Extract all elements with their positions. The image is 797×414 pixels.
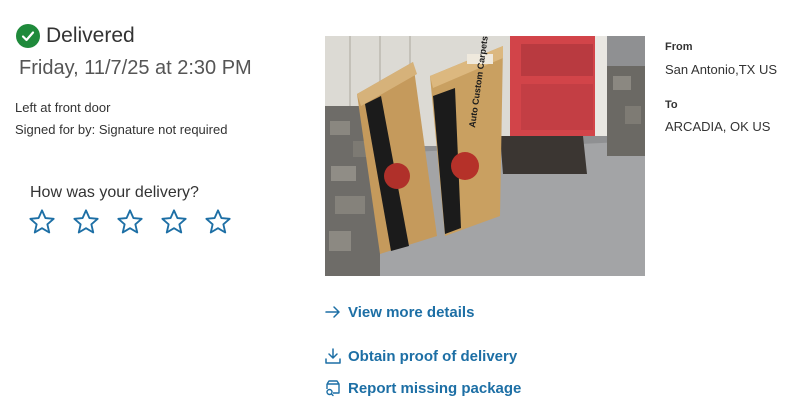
to-address: ARCADIA, OK US: [665, 119, 771, 134]
signature-info: Signed for by: Signature not required: [15, 122, 228, 137]
delivery-date: Friday, 11/7/25 at 2:30 PM: [19, 57, 252, 79]
from-label: From: [665, 41, 693, 53]
delivery-photo[interactable]: Auto Custom Carpets, Inc.: [325, 36, 645, 276]
search-package-icon: [326, 380, 340, 397]
proof-of-delivery-label: Obtain proof of delivery: [348, 347, 518, 365]
download-icon: [325, 348, 341, 364]
star-outline-icon[interactable]: [28, 208, 56, 236]
view-more-details-link[interactable]: View more details: [324, 303, 474, 321]
proof-of-delivery-link[interactable]: Obtain proof of delivery: [324, 347, 517, 365]
star-rating: [28, 208, 232, 236]
star-outline-icon[interactable]: [116, 208, 144, 236]
status-row: Delivered: [16, 24, 135, 48]
rating-question: How was your delivery?: [30, 184, 199, 201]
from-address: San Antonio,TX US: [665, 62, 778, 77]
arrow-right-icon: [325, 306, 340, 318]
view-more-details-label: View more details: [348, 303, 475, 321]
star-outline-icon[interactable]: [160, 208, 188, 236]
star-outline-icon[interactable]: [72, 208, 100, 236]
star-outline-icon[interactable]: [204, 208, 232, 236]
delivery-status-panel: Delivered Friday, 11/7/25 at 2:30 PM Lef…: [0, 0, 797, 414]
report-missing-package-label: Report missing package: [348, 379, 522, 397]
delivery-location: Left at front door: [15, 100, 111, 115]
report-missing-package-link[interactable]: Report missing package: [324, 379, 521, 397]
to-label: To: [665, 99, 678, 111]
check-circle-icon: [16, 24, 40, 48]
status-label: Delivered: [46, 24, 135, 47]
